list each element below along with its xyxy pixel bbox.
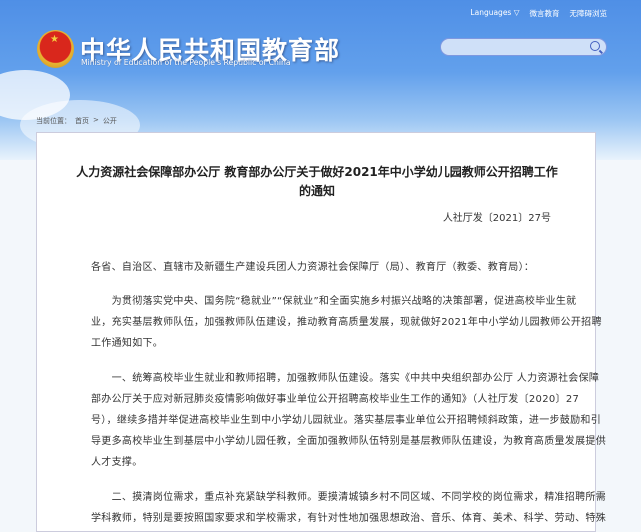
breadcrumb-separator: > <box>93 116 99 124</box>
weibo-link[interactable]: 微言教育 <box>530 8 560 19</box>
paragraph-line: 工作通知如下。 <box>91 338 164 349</box>
search-icon[interactable] <box>590 41 600 51</box>
paragraph-line: 部办公厅关于应对新冠肺炎疫情影响做好事业单位公开招聘高校毕业生工作的通知》（人社… <box>91 394 580 405</box>
paragraph-line: 业，充实基层教师队伍，加强教师队伍建设，推动教育高质量发展，现就做好2021年中… <box>91 317 602 328</box>
title-line: 的通知 <box>298 184 335 198</box>
article-title: 人力资源社会保障部办公厅 教育部办公厅关于做好2021年中小学幼儿园教师公开招聘… <box>37 163 597 201</box>
breadcrumb-home[interactable]: 首页 <box>75 116 89 126</box>
search-input[interactable] <box>440 38 607 56</box>
article-panel: 人力资源社会保障部办公厅 教育部办公厅关于做好2021年中小学幼儿园教师公开招聘… <box>36 132 606 532</box>
title-line: 人力资源社会保障部办公厅 教育部办公厅关于做好2021年中小学幼儿园教师公开招聘… <box>76 165 558 179</box>
paragraph-line: 一、统筹高校毕业生就业和教师招聘，加强教师队伍建设。落实《中共中央组织部办公厅 … <box>91 373 600 384</box>
breadcrumb: 当前位置： 首页 > 公开 <box>36 116 117 126</box>
document-number: 人社厅发〔2021〕27号 <box>442 213 551 224</box>
paragraph-line: 号），继续多措并举促进高校毕业生到中小学幼儿园就业。落实基层事业单位公开招聘倾斜… <box>91 415 601 426</box>
paragraph-line: 人才支撑。 <box>91 457 143 468</box>
breadcrumb-current[interactable]: 公开 <box>103 116 117 126</box>
breadcrumb-label: 当前位置： <box>36 117 71 125</box>
paragraph-line: 学科教师，特别是要按照国家要求和学校需求，有针对性地加强思想政治、音乐、体育、美… <box>91 513 606 524</box>
paragraph-line: 导更多高校毕业生到基层中小学幼儿园任教，全面加强教师队伍特别是基层教师队伍建设，… <box>91 436 606 447</box>
accessibility-link[interactable]: 无障碍浏览 <box>570 8 608 19</box>
languages-link[interactable]: Languages ▽ <box>470 8 519 19</box>
paragraph-line: 为贯彻落实党中央、国务院“稳就业”“保就业”和全面实施乡村振兴战略的决策部署，促… <box>91 296 577 307</box>
salutation: 各省、自治区、直辖市及新疆生产建设兵团人力资源社会保障厅（局）、教育厅（教委、教… <box>91 262 535 273</box>
site-subtitle: Ministry of Education of the People's Re… <box>81 58 291 67</box>
paragraph-line: 二、摸清岗位需求，重点补充紧缺学科教师。要摸清城镇乡村不同区域、不同学校的岗位需… <box>91 492 606 503</box>
national-emblem-logo <box>37 30 74 68</box>
